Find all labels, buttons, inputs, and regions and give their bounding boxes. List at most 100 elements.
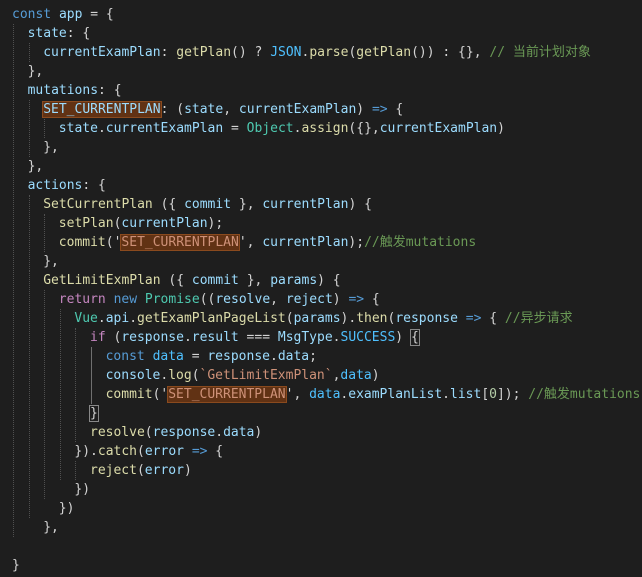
- code-line[interactable]: currentExamPlan: getPlan() ? JSON.parse(…: [12, 43, 591, 62]
- code-token: 0: [489, 387, 497, 402]
- code-line[interactable]: commit('SET_CURRENTPLAN', currentPlan);/…: [12, 233, 476, 252]
- code-line[interactable]: state.currentExamPlan = Object.assign({}…: [12, 119, 505, 138]
- code-line[interactable]: console.log(`GetLimitExmPlan`,data): [12, 366, 380, 385]
- code-token: ',: [238, 235, 263, 250]
- code-token: =>: [348, 292, 365, 307]
- code-token: currentPlan: [262, 235, 349, 250]
- code-line[interactable]: },: [12, 252, 59, 271]
- code-token: getExamPlanPageList: [137, 311, 286, 326]
- code-token: {: [409, 329, 420, 346]
- code-token: {: [387, 102, 404, 117]
- code-line[interactable]: }): [12, 480, 90, 499]
- code-token: api: [105, 311, 130, 326]
- code-token: : (: [160, 102, 185, 117]
- code-token: },: [43, 520, 59, 535]
- code-token: ((: [199, 292, 216, 307]
- code-token: () ?: [231, 45, 271, 60]
- code-token: ({},: [348, 121, 380, 136]
- code-token: currentPlan: [121, 216, 208, 231]
- code-token: =: [223, 121, 247, 136]
- code-line[interactable]: },: [12, 62, 44, 81]
- code-line[interactable]: actions: {: [12, 176, 106, 195]
- code-token: .: [97, 121, 106, 136]
- code-token: then: [356, 311, 388, 326]
- code-line[interactable]: }: [12, 556, 20, 575]
- code-token: data: [309, 387, 341, 402]
- code-token: ({: [152, 197, 185, 212]
- code-token: commit: [191, 273, 239, 288]
- code-token: ): [332, 292, 349, 307]
- code-line[interactable]: },: [12, 138, 59, 157]
- code-token: response: [395, 311, 458, 326]
- code-line[interactable]: [12, 537, 28, 556]
- code-line[interactable]: }): [12, 499, 75, 518]
- code-token: ,: [270, 292, 286, 307]
- code-token: ): [371, 368, 380, 383]
- code-token: currentPlan: [262, 197, 349, 212]
- code-token: :: [160, 45, 177, 60]
- code-line[interactable]: GetLimitExmPlan ({ commit }, params) {: [12, 271, 340, 290]
- code-token: : {: [66, 26, 91, 41]
- code-line[interactable]: SET_CURRENTPLAN: (state, currentExamPlan…: [12, 100, 403, 119]
- code-token: state: [184, 102, 224, 117]
- code-token: SetCurrentPlan: [43, 197, 153, 212]
- code-line[interactable]: resolve(response.data): [12, 423, 262, 442]
- code-token: commit: [105, 387, 153, 402]
- code-token: .: [442, 387, 450, 402]
- code-token: =>: [191, 444, 208, 459]
- code-token: if: [90, 330, 106, 345]
- code-token: commit: [184, 197, 232, 212]
- code-token: (: [144, 425, 153, 440]
- code-token: },: [43, 254, 59, 269]
- code-line[interactable]: Vue.api.getExamPlanPageList(params).then…: [12, 309, 572, 328]
- code-token: mutations: [27, 83, 99, 98]
- code-line[interactable]: setPlan(currentPlan);: [12, 214, 223, 233]
- code-line[interactable]: const app = {: [12, 5, 114, 24]
- code-editor[interactable]: const app = {state: {currentExamPlan: ge…: [0, 0, 642, 577]
- code-token: ).: [340, 311, 357, 326]
- code-line[interactable]: reject(error): [12, 461, 192, 480]
- code-line[interactable]: if (response.result === MsgType.SUCCESS)…: [12, 328, 420, 347]
- code-line[interactable]: SetCurrentPlan ({ commit }, currentPlan)…: [12, 195, 372, 214]
- code-token: },: [27, 64, 44, 79]
- code-token: }: [12, 558, 20, 573]
- code-token: log: [168, 368, 192, 383]
- code-token: Object: [246, 121, 294, 136]
- code-token: Vue: [74, 311, 98, 326]
- code-line[interactable]: state: {: [12, 24, 91, 43]
- code-token: currentExamPlan: [238, 102, 357, 117]
- code-token: `GetLimitExmPlan`: [199, 368, 333, 383]
- code-token: ]);: [496, 387, 529, 402]
- code-token: getPlan: [176, 45, 232, 60]
- code-token: Promise: [144, 292, 200, 307]
- code-token: .: [332, 330, 341, 345]
- code-line[interactable]: commit('SET_CURRENTPLAN', data.examPlanL…: [12, 385, 640, 404]
- code-token: getPlan: [356, 45, 412, 60]
- code-token: data: [223, 425, 255, 440]
- code-token: },: [238, 273, 271, 288]
- code-token: }): [74, 482, 91, 497]
- code-token: reject: [90, 463, 137, 478]
- code-token: data: [340, 368, 372, 383]
- code-line[interactable]: },: [12, 157, 44, 176]
- code-token: =: [183, 349, 208, 364]
- code-token: JSON: [270, 45, 302, 60]
- code-token: }: [89, 405, 99, 422]
- code-token: : {: [98, 83, 122, 98]
- code-line[interactable]: mutations: {: [12, 81, 122, 100]
- code-token: MsgType: [277, 330, 333, 345]
- code-token: .: [269, 349, 278, 364]
- code-token: },: [43, 140, 59, 155]
- code-line[interactable]: return new Promise((resolve, reject) => …: [12, 290, 380, 309]
- code-token: ) {: [348, 197, 372, 212]
- code-token: {: [364, 292, 380, 307]
- code-line[interactable]: }).catch(error => {: [12, 442, 223, 461]
- code-line[interactable]: },: [12, 518, 59, 537]
- code-token: }): [58, 501, 75, 516]
- code-line[interactable]: const data = response.data;: [12, 347, 317, 366]
- code-token: ): [395, 330, 411, 345]
- code-token: ({: [160, 273, 192, 288]
- code-token: assign: [301, 121, 349, 136]
- code-line[interactable]: }: [12, 404, 99, 423]
